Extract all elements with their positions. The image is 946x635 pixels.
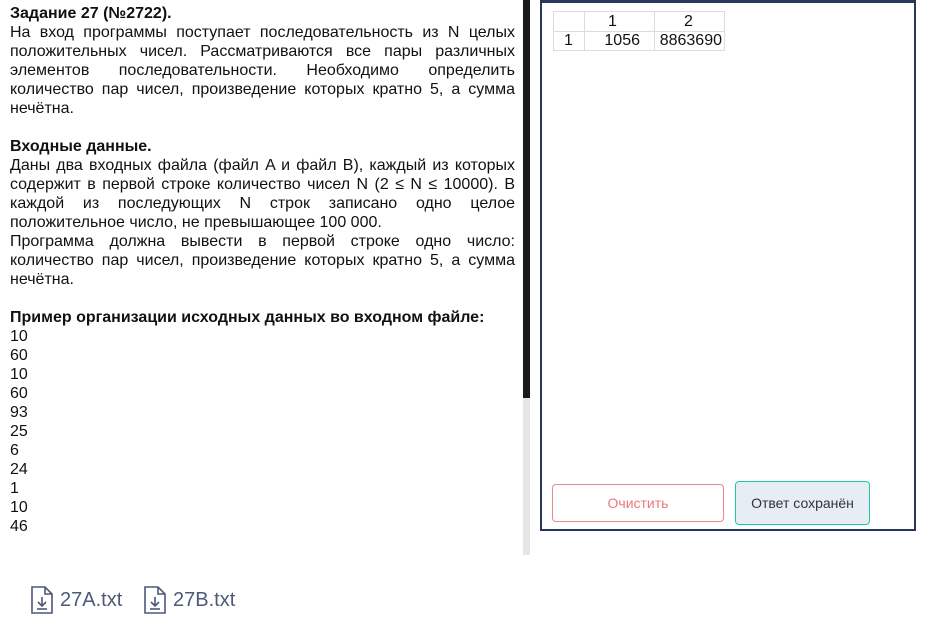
example-number: 1 [10, 480, 19, 497]
answer-cell[interactable]: 8863690 [654, 31, 725, 51]
answer-cell[interactable]: 1056 [584, 31, 655, 51]
answer-panel: 1 2 1 1056 8863690 Очистить Ответ сохран… [540, 0, 916, 531]
input-heading: Входные данные. [10, 138, 152, 155]
column-header: 2 [654, 11, 725, 32]
file-name[interactable]: 27A.txt [60, 589, 122, 612]
example-number: 93 [10, 404, 28, 421]
download-file-icon [31, 586, 53, 614]
example-number: 10 [10, 366, 28, 383]
input-description: Даны два входных файла (файл A и файл B)… [10, 157, 515, 231]
example-number: 10 [10, 328, 28, 345]
example-number: 10 [10, 499, 28, 516]
row-header: 1 [553, 31, 585, 51]
example-heading: Пример организации исходных данных во вх… [10, 309, 485, 326]
task-intro: На вход программы поступает последовател… [10, 24, 515, 117]
answer-saved-button[interactable]: Ответ сохранён [735, 481, 870, 525]
file-link-27b[interactable]: 27B.txt [143, 586, 235, 614]
output-description: Программа должна вывести в первой строке… [10, 233, 515, 288]
file-link-27a[interactable]: 27A.txt [30, 586, 122, 614]
example-number: 60 [10, 385, 28, 402]
example-number: 46 [10, 518, 28, 535]
answer-table: 1 2 1 1056 8863690 [553, 11, 725, 51]
task-title: Задание 27 (№2722). [10, 5, 172, 22]
table-corner [553, 11, 585, 32]
example-number: 6 [10, 442, 19, 459]
example-number: 60 [10, 347, 28, 364]
task-panel: Задание 27 (№2722). На вход программы по… [0, 0, 523, 555]
example-number: 25 [10, 423, 28, 440]
clear-button[interactable]: Очистить [552, 484, 724, 522]
column-header: 1 [584, 11, 655, 32]
file-name[interactable]: 27B.txt [173, 589, 235, 612]
download-file-icon [144, 586, 166, 614]
task-text: Задание 27 (№2722). На вход программы по… [10, 4, 515, 536]
scrollbar-thumb[interactable] [523, 0, 530, 398]
example-number: 24 [10, 461, 28, 478]
